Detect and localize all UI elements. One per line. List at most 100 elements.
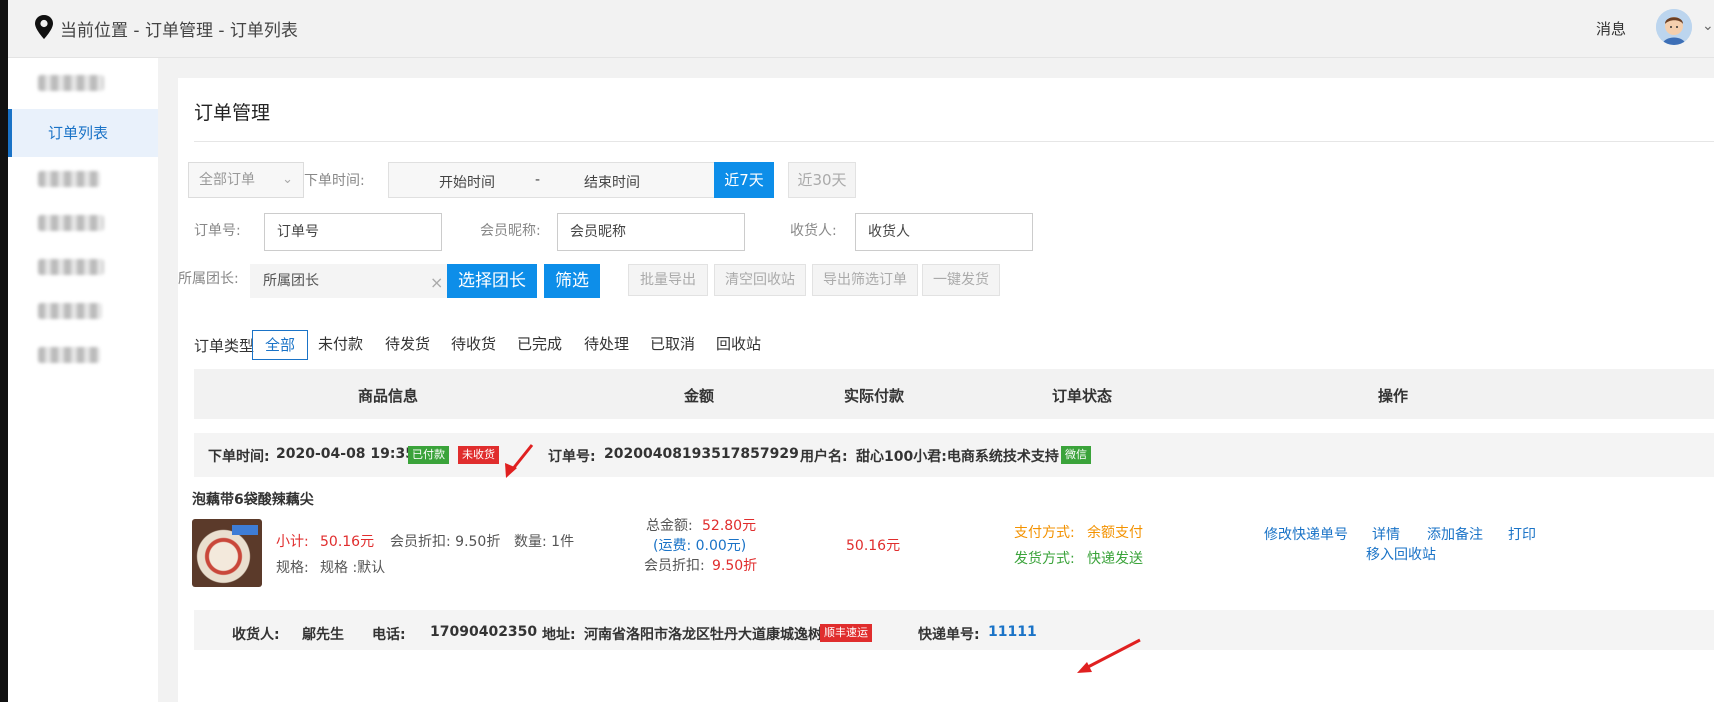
address-value: 河南省洛阳市洛龙区牡丹大道康城逸树	[584, 627, 822, 643]
total-value: 52.80元	[702, 518, 757, 534]
blurred-text	[38, 214, 104, 231]
page-title: 订单管理	[194, 102, 271, 124]
address-label: 地址:	[542, 627, 576, 643]
details-link[interactable]: 详情	[1372, 524, 1400, 544]
tab-unpaid[interactable]: 未付款	[306, 330, 375, 360]
blurred-text	[38, 170, 100, 187]
order-no: 20200408193517857929	[604, 446, 799, 462]
sidebar-item-blurred[interactable]	[8, 330, 158, 378]
date-range-picker[interactable]: 开始时间 - 结束时间	[388, 162, 764, 198]
courier-badge: 顺丰速运	[820, 624, 872, 642]
chevron-down-icon[interactable]: ⌄	[1702, 18, 1714, 34]
spec-value: 规格 :默认	[320, 560, 386, 576]
receiver-label: 收货人:	[790, 223, 837, 239]
clear-recycle-button[interactable]: 清空回收站	[714, 264, 806, 296]
move-to-recycle-link[interactable]: 移入回收站	[1366, 544, 1436, 564]
sidebar-item-blurred[interactable]	[8, 58, 158, 106]
end-date-input[interactable]: 结束时间	[584, 172, 640, 192]
order-scope-value: 全部订单	[199, 172, 255, 188]
column-header-amount: 金额	[684, 387, 715, 405]
username-label: 用户名:	[800, 449, 848, 465]
sidebar-item-blurred[interactable]	[8, 154, 158, 202]
edit-tracking-link[interactable]: 修改快递单号	[1264, 524, 1348, 544]
subtotal-value: 50.16元	[320, 534, 375, 550]
order-type-label: 订单类型	[194, 337, 255, 355]
column-header-status: 订单状态	[1052, 387, 1113, 405]
sidebar-item-blurred[interactable]	[8, 198, 158, 246]
batch-export-button[interactable]: 批量导出	[628, 264, 708, 296]
shipping-address-row: 收货人: 鄔先生 电话: 17090402350 地址: 河南省洛阳市洛龙区牡丹…	[194, 610, 1714, 650]
tracking-label: 快递单号:	[918, 627, 980, 643]
top-bar: 当前位置 - 订单管理 - 订单列表 消息 ⌄	[8, 0, 1714, 58]
range-separator: -	[535, 172, 541, 188]
total-label: 总金额:	[646, 518, 693, 534]
sidebar-item-label: 订单列表	[48, 124, 109, 142]
shipping-fee: (运费: 0.00元)	[653, 538, 747, 554]
blurred-text	[38, 302, 102, 319]
user-avatar[interactable]	[1656, 9, 1692, 45]
column-header-product: 商品信息	[358, 387, 419, 405]
chevron-down-icon: ⌄	[282, 172, 293, 187]
last-7-days-button[interactable]: 近7天	[714, 162, 774, 198]
order-no-label: 订单号:	[548, 449, 596, 465]
receiver-input[interactable]: 收货人	[855, 213, 1033, 251]
clear-icon[interactable]: ×	[430, 273, 443, 292]
order-no-input[interactable]: 订单号	[264, 213, 442, 251]
divider	[194, 141, 1714, 142]
order-scope-select[interactable]: 全部订单 ⌄	[188, 162, 304, 198]
column-header-paid: 实际付款	[844, 387, 905, 405]
tracking-number[interactable]: 11111	[988, 624, 1037, 640]
table-header: 商品信息 金额 实际付款 订单状态 操作	[194, 369, 1714, 419]
thumbnail-label-tag	[232, 525, 258, 535]
quantity: 数量: 1件	[514, 534, 575, 550]
group-leader-input[interactable]: 所属团长	[250, 264, 448, 298]
sidebar-item-blurred[interactable]	[8, 286, 158, 334]
product-name[interactable]: 泡藕带6袋酸辣藕尖	[192, 489, 314, 509]
tab-cancelled[interactable]: 已取消	[638, 330, 707, 360]
product-thumbnail[interactable]	[192, 519, 262, 587]
tab-to-ship[interactable]: 待发货	[373, 330, 442, 360]
discount-label: 会员折扣:	[644, 558, 705, 574]
tab-all[interactable]: 全部	[252, 330, 309, 360]
blurred-text	[38, 346, 100, 363]
tab-pending[interactable]: 待处理	[572, 330, 641, 360]
filter-button[interactable]: 筛选	[544, 264, 600, 298]
sidebar-item-blurred[interactable]	[8, 242, 158, 290]
tab-completed[interactable]: 已完成	[505, 330, 574, 360]
print-link[interactable]: 打印	[1508, 524, 1536, 544]
order-time-label: 下单时间:	[304, 173, 365, 189]
blurred-text	[38, 74, 104, 91]
tab-to-receive[interactable]: 待收货	[439, 330, 508, 360]
unreceived-badge: 未收货	[458, 446, 499, 464]
order-no-label: 订单号:	[194, 223, 241, 239]
sidebar: 订单列表	[8, 58, 158, 702]
column-header-actions: 操作	[1378, 387, 1409, 405]
group-leader-label: 所属团长:	[178, 271, 239, 287]
ship-method-label: 发货方式:	[1014, 551, 1075, 567]
member-nickname-input[interactable]: 会员昵称	[557, 213, 745, 251]
order-time-label: 下单时间:	[208, 449, 270, 465]
sidebar-item-order-list[interactable]: 订单列表	[8, 109, 158, 157]
choose-leader-button[interactable]: 选择团长	[447, 264, 537, 298]
actual-paid: 50.16元	[846, 538, 901, 554]
blurred-text	[38, 258, 104, 275]
breadcrumb: 当前位置 - 订单管理 - 订单列表	[60, 21, 298, 41]
start-date-input[interactable]: 开始时间	[439, 172, 495, 192]
wechat-badge: 微信	[1061, 446, 1091, 464]
receiver-label: 收货人:	[232, 627, 280, 643]
tab-recycle-bin[interactable]: 回收站	[704, 330, 773, 360]
messages-link[interactable]: 消息	[1596, 18, 1626, 39]
receiver-name: 鄔先生	[302, 627, 344, 643]
member-discount: 会员折扣: 9.50折	[390, 534, 501, 550]
subtotal-label: 小计:	[276, 534, 309, 550]
pay-method-label: 支付方式:	[1014, 525, 1075, 541]
pay-method-value: 余额支付	[1087, 525, 1143, 541]
location-pin-icon	[35, 15, 53, 39]
add-note-link[interactable]: 添加备注	[1427, 524, 1483, 544]
window-edge	[0, 0, 8, 702]
main-panel: 订单管理 全部订单 ⌄ 下单时间: 开始时间 - 结束时间 近7天 近30天 订…	[178, 78, 1714, 702]
export-filtered-button[interactable]: 导出筛选订单	[812, 264, 918, 296]
avatar-face-icon	[1656, 9, 1692, 45]
one-click-ship-button[interactable]: 一键发货	[922, 264, 1000, 296]
last-30-days-button[interactable]: 近30天	[788, 162, 856, 198]
